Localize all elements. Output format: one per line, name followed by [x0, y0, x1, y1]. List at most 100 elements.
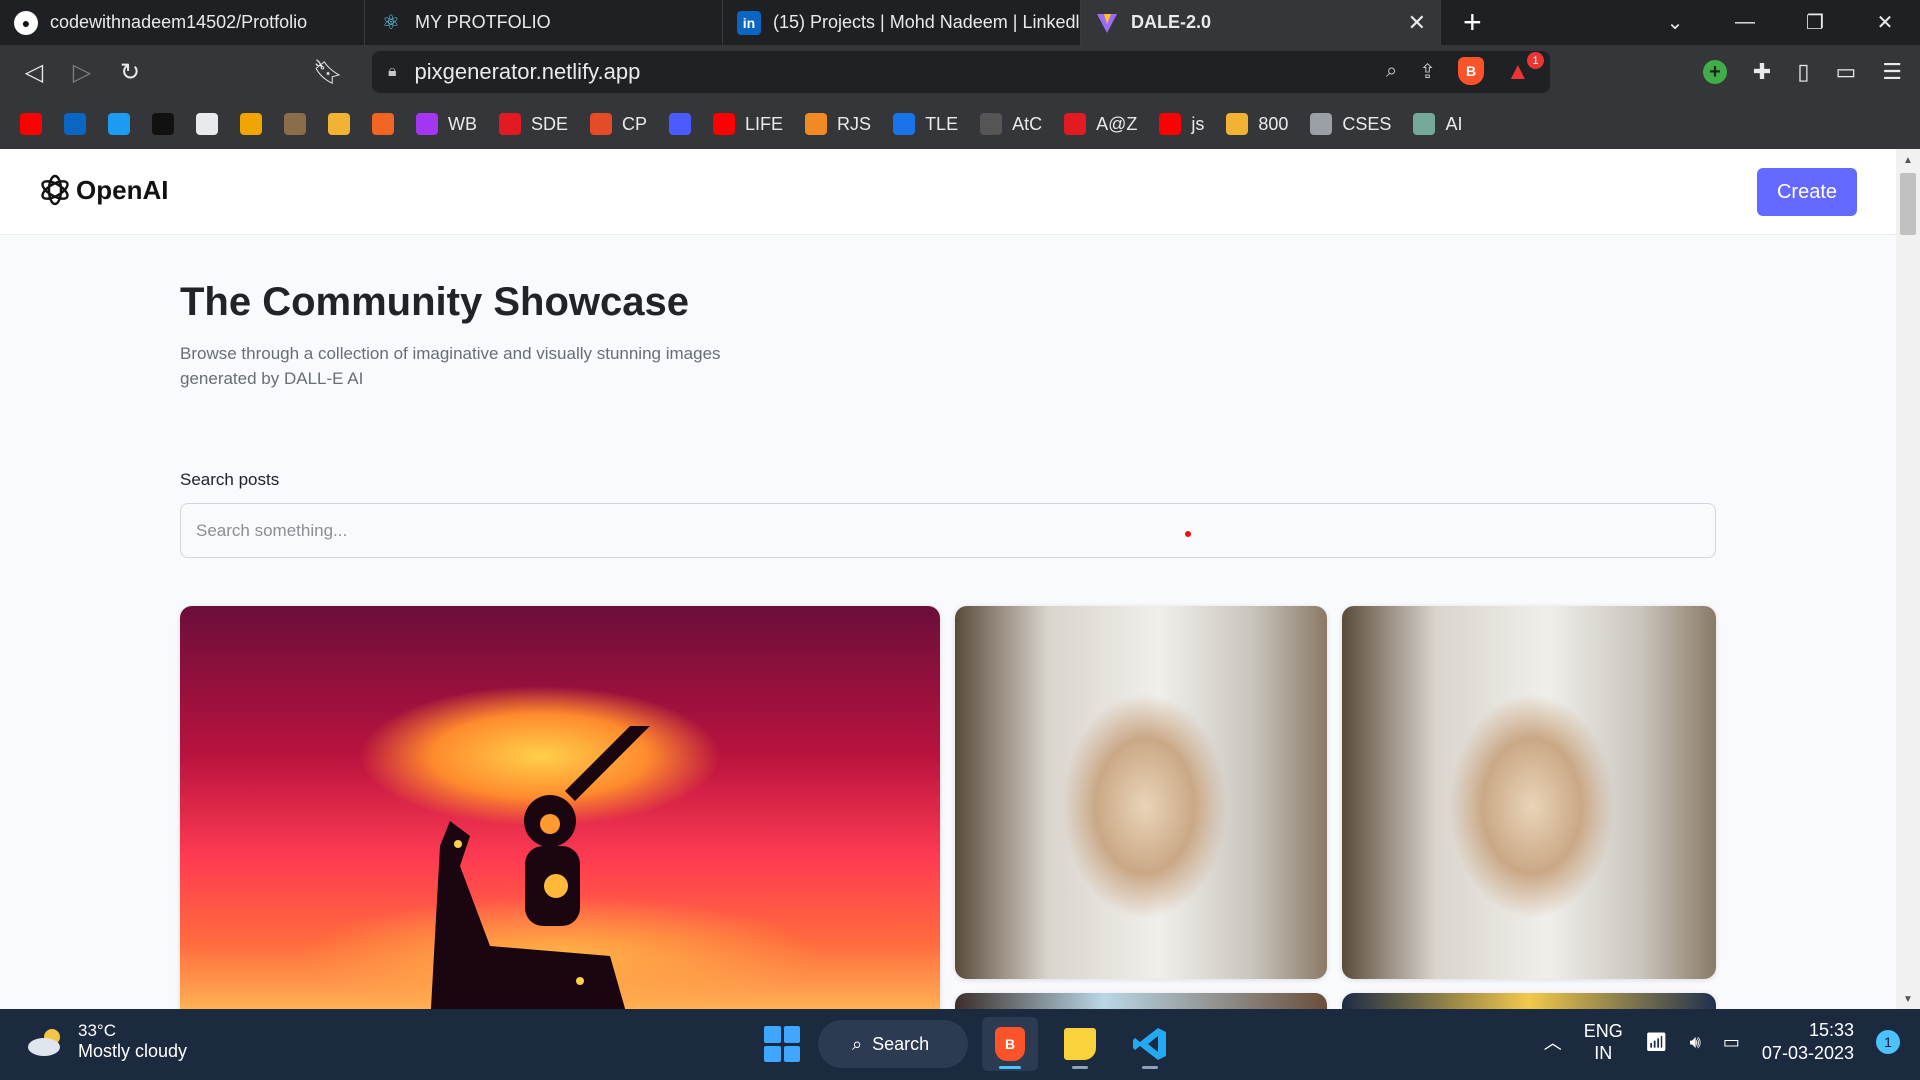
openai-icon: [1413, 113, 1436, 135]
tab-title: codewithnadeem14502/Protfolio: [50, 12, 308, 32]
knight-silhouette: [430, 726, 650, 1009]
language-indicator[interactable]: ENG IN: [1584, 1020, 1623, 1064]
start-button[interactable]: [760, 1022, 804, 1066]
taskbar-sticky-notes[interactable]: [1052, 1017, 1108, 1071]
bookmark-item[interactable]: [20, 113, 42, 135]
time: 15:33: [1808, 1020, 1854, 1040]
tab-search-icon[interactable]: ⌄: [1640, 10, 1710, 35]
image-card-portrait-2[interactable]: [1342, 606, 1716, 979]
scroll-thumb[interactable]: [1900, 173, 1916, 235]
taskbar-search[interactable]: ⌕ Search: [818, 1020, 968, 1068]
battery-icon[interactable]: ▭: [1723, 1032, 1740, 1053]
bookmark-item[interactable]: SDE: [499, 113, 568, 135]
reload-icon[interactable]: ↻: [106, 58, 154, 87]
logo[interactable]: OpenAI: [38, 173, 168, 207]
image-card-knight[interactable]: [180, 606, 940, 1009]
bookmark-item[interactable]: [669, 113, 692, 135]
tab-portfolio[interactable]: ⚛ MY PROTFOLIO: [365, 0, 723, 45]
linkedin-icon: in: [737, 10, 761, 35]
minimize-icon[interactable]: —: [1710, 11, 1780, 34]
lock-icon: 🔒︎: [388, 63, 397, 80]
image-card-3[interactable]: [955, 993, 1327, 1009]
lang-top: ENG: [1583, 1021, 1623, 1041]
tab-linkedin[interactable]: in (15) Projects | Mohd Nadeem | Linkedl: [723, 0, 1081, 45]
bookmark-item[interactable]: [328, 113, 350, 135]
tab-title: (15) Projects | Mohd Nadeem | Linkedl: [773, 12, 1080, 32]
bookmark-label: WB: [448, 113, 477, 134]
bookmark-item[interactable]: [152, 113, 174, 135]
taskbar-vscode[interactable]: [1122, 1017, 1178, 1071]
bookmark-label: A@Z: [1096, 113, 1138, 134]
zoom-icon[interactable]: ⌕: [1386, 60, 1397, 83]
bookmark-label: CP: [622, 113, 648, 134]
globe-icon: [1310, 113, 1333, 135]
rewards-count: 1: [1527, 52, 1544, 69]
youtube-icon: [20, 113, 42, 135]
site-header: OpenAI Create: [0, 149, 1896, 235]
bookmark-item[interactable]: A@Z: [1064, 113, 1137, 135]
tab-github[interactable]: ● codewithnadeem14502/Protfolio: [0, 0, 365, 45]
share-icon[interactable]: ⇪: [1419, 59, 1436, 84]
scroll-down-icon[interactable]: ▼: [1896, 994, 1920, 1005]
bookmark-item[interactable]: CSES: [1310, 113, 1391, 135]
wifi-icon[interactable]: 📶︎: [1645, 1032, 1668, 1053]
image-card-portrait-1[interactable]: [955, 606, 1327, 979]
create-button[interactable]: Create: [1757, 168, 1857, 216]
extension-plus-icon[interactable]: +: [1702, 60, 1727, 84]
bookmark-item[interactable]: [64, 113, 86, 135]
date: 07-03-2023: [1761, 1043, 1854, 1063]
brave-rewards-icon[interactable]: ▲ 1: [1506, 52, 1544, 85]
brave-shields-icon[interactable]: B: [1458, 57, 1484, 85]
close-tab-icon[interactable]: ✕: [1408, 10, 1426, 36]
page-scrollbar[interactable]: ▲ ▼: [1896, 149, 1920, 1009]
bookmark-item[interactable]: [108, 113, 130, 135]
sidebar-icon[interactable]: ▯: [1797, 59, 1809, 85]
bookmark-item[interactable]: [372, 113, 394, 135]
forward-icon[interactable]: ▷: [58, 58, 106, 87]
wallet-icon[interactable]: ▭: [1835, 59, 1856, 85]
notification-badge[interactable]: 1: [1876, 1030, 1900, 1054]
new-tab-button[interactable]: +: [1441, 0, 1504, 45]
address-bar[interactable]: 🔒︎ pixgenerator.netlify.app ⌕ ⇪ B ▲ 1: [372, 51, 1550, 93]
tle-icon: [893, 113, 916, 135]
bookmark-item[interactable]: [196, 113, 218, 135]
bookmark-item[interactable]: AI: [1413, 113, 1462, 135]
bookmark-icon[interactable]: 🔖︎: [304, 58, 352, 87]
scroll-up-icon[interactable]: ▲: [1896, 155, 1920, 166]
lang-bottom: IN: [1594, 1043, 1613, 1063]
chevron-up-icon[interactable]: ︿: [1544, 1029, 1562, 1055]
restore-icon[interactable]: ❐: [1780, 10, 1850, 35]
bookmark-item[interactable]: CP: [590, 113, 647, 135]
udemy-icon: [416, 113, 438, 135]
image-card-4[interactable]: [1342, 993, 1716, 1009]
close-window-icon[interactable]: ✕: [1850, 10, 1920, 35]
weather-widget[interactable]: 33°C Mostly cloudy: [26, 1021, 187, 1062]
menu-icon[interactable]: ☰: [1882, 59, 1902, 85]
bookmark-item[interactable]: LIFE: [713, 113, 783, 135]
codingninjas-icon: [372, 113, 394, 135]
tuf-icon: [499, 113, 521, 135]
bookmark-item[interactable]: TLE: [893, 113, 958, 135]
react-icon: ⚛: [382, 12, 400, 34]
bookmark-item[interactable]: AtC: [980, 113, 1042, 135]
clock[interactable]: 15:33 07-03-2023: [1762, 1019, 1854, 1065]
hackerrank-icon: [152, 113, 174, 135]
back-icon[interactable]: ◁: [10, 58, 58, 87]
bookmark-label: RJS: [837, 113, 872, 134]
taskbar-brave[interactable]: B: [982, 1017, 1038, 1071]
bookmark-item[interactable]: 800: [1226, 113, 1288, 135]
tab-dale[interactable]: DALE-2.0 ✕: [1081, 0, 1441, 45]
system-tray: ︿ ENG IN 📶︎ 🔊︎ ▭ 15:33 07-03-2023 1: [1544, 1019, 1900, 1065]
codeforces-icon: [805, 113, 828, 135]
weather-text: Mostly cloudy: [78, 1041, 188, 1061]
bookmark-item[interactable]: [240, 113, 262, 135]
search-input[interactable]: [180, 503, 1716, 558]
bookmark-label: LIFE: [745, 113, 784, 134]
bookmark-label: 800: [1258, 113, 1289, 134]
bookmark-item[interactable]: RJS: [805, 113, 871, 135]
volume-icon[interactable]: 🔊︎: [1690, 1032, 1701, 1053]
bookmark-item[interactable]: [284, 113, 306, 135]
extensions-icon[interactable]: ✚: [1753, 59, 1771, 85]
bookmark-item[interactable]: js: [1159, 113, 1204, 135]
bookmark-item[interactable]: WB: [416, 113, 477, 135]
